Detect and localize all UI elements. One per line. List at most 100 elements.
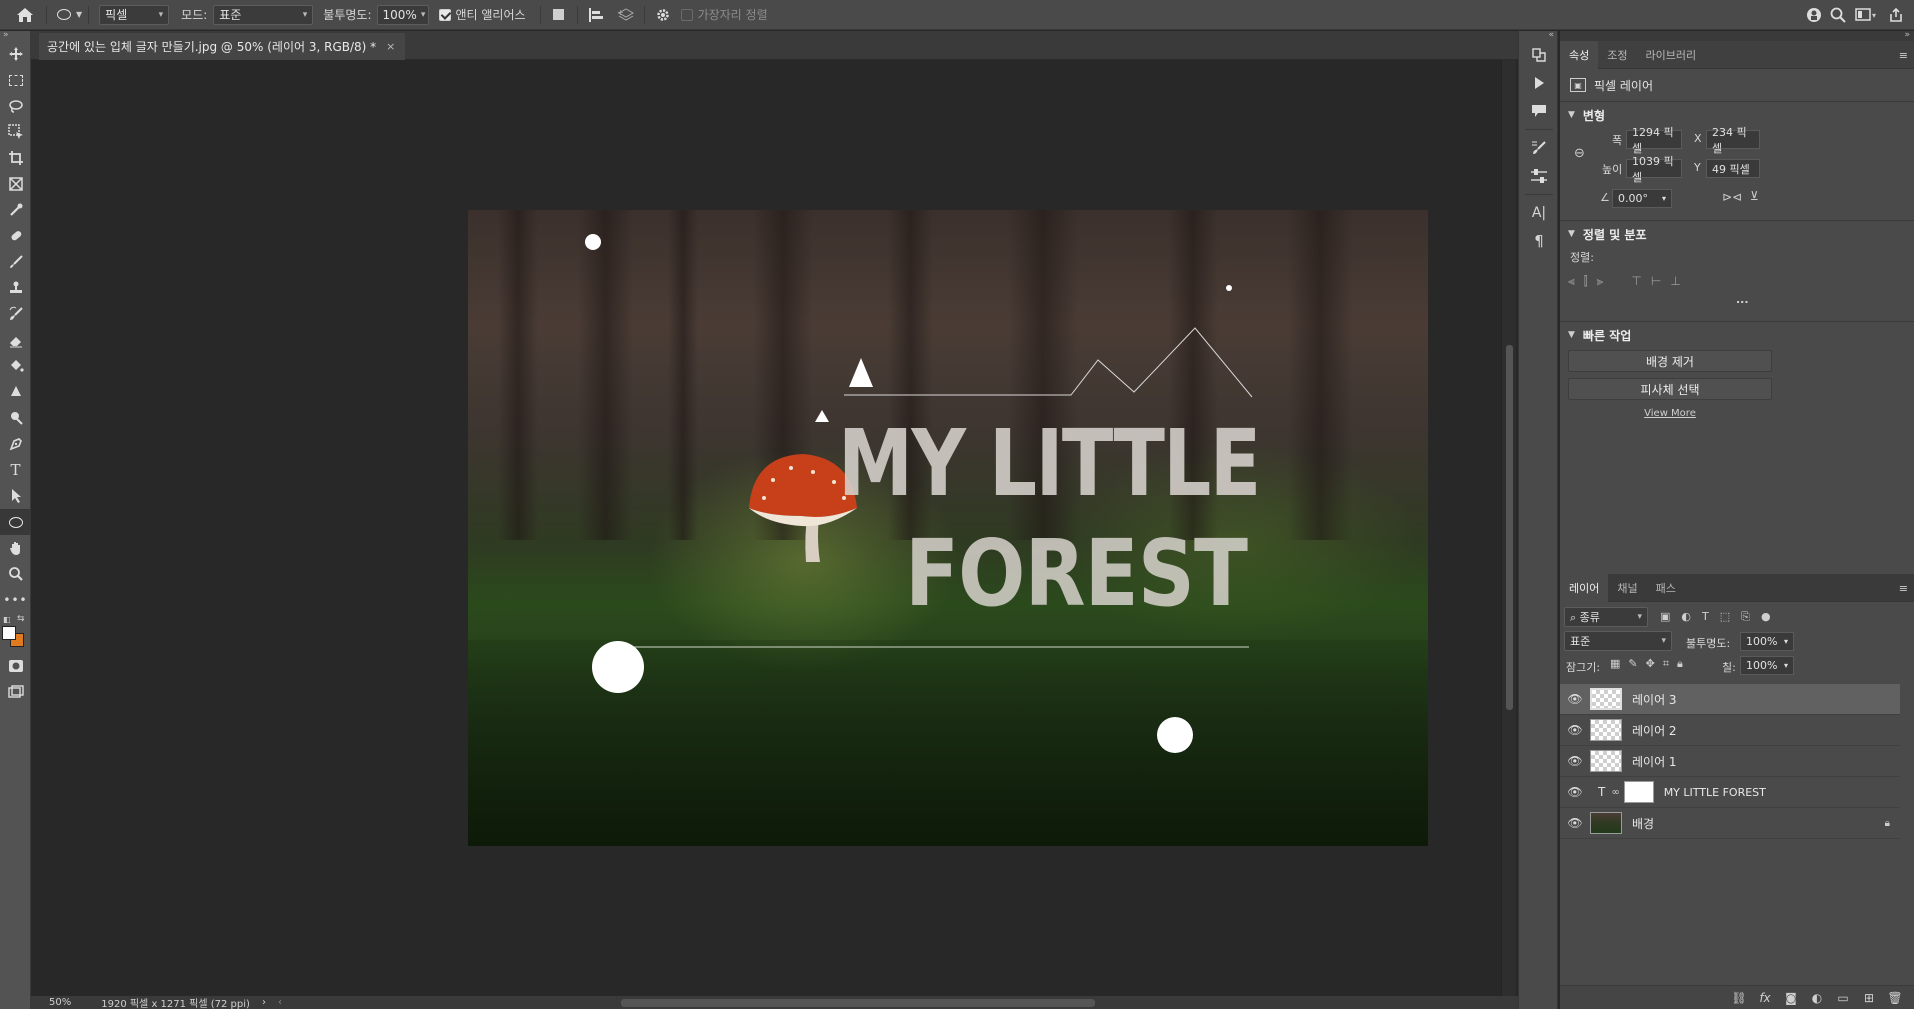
- y-field[interactable]: 49 픽셀: [1706, 159, 1760, 178]
- dodge-tool-icon[interactable]: [0, 405, 31, 431]
- actions-play-icon[interactable]: [1519, 69, 1559, 97]
- vertical-scrollbar[interactable]: [1501, 60, 1516, 996]
- layer-mask-thumbnail[interactable]: [1623, 781, 1654, 803]
- select-subject-button[interactable]: 피사체 선택: [1568, 378, 1772, 400]
- default-colors-icon[interactable]: ◧: [3, 615, 11, 624]
- blend-mode-select[interactable]: 표준 ▾: [213, 4, 314, 25]
- document-tab[interactable]: 공간에 있는 입체 글자 만들기.jpg @ 50% (레이어 3, RGB/8…: [39, 33, 406, 60]
- new-group-icon[interactable]: ▭: [1830, 991, 1856, 1005]
- path-arrangement-icon[interactable]: +: [614, 3, 638, 27]
- filter-toggle-icon[interactable]: ●: [1761, 610, 1771, 624]
- visibility-eye-icon[interactable]: 👁︎: [1560, 785, 1590, 799]
- paint-bucket-tool-icon[interactable]: [0, 353, 31, 379]
- lock-artboard-icon[interactable]: ⌗: [1663, 657, 1669, 671]
- visibility-eye-icon[interactable]: 👁︎: [1560, 754, 1590, 768]
- document-canvas[interactable]: MY LITTLE FOREST: [468, 210, 1428, 846]
- tool-preset-picker[interactable]: ▼: [57, 0, 82, 30]
- learn-icon[interactable]: [1802, 3, 1826, 27]
- blur-tool-icon[interactable]: [0, 379, 31, 405]
- marquee-tool-icon[interactable]: [0, 67, 31, 93]
- screen-mode-icon[interactable]: [0, 679, 31, 705]
- lock-all-icon[interactable]: 🔒︎: [1677, 657, 1683, 671]
- pen-tool-icon[interactable]: [0, 431, 31, 457]
- tab-properties[interactable]: 속성: [1560, 40, 1599, 69]
- add-mask-icon[interactable]: ◙: [1778, 991, 1804, 1005]
- visibility-eye-icon[interactable]: 👁︎: [1560, 816, 1590, 830]
- layer-style-fx-icon[interactable]: fx: [1752, 991, 1778, 1005]
- align-section-header[interactable]: ▼ 정렬 및 분포: [1560, 221, 1914, 247]
- lasso-tool-icon[interactable]: [0, 93, 31, 119]
- eyedropper-tool-icon[interactable]: [0, 197, 31, 223]
- hand-tool-icon[interactable]: [0, 535, 31, 561]
- horizontal-scroll-thumb[interactable]: [621, 999, 1095, 1007]
- new-layer-icon[interactable]: ⊞: [1856, 991, 1882, 1005]
- remove-background-button[interactable]: 배경 제거: [1568, 350, 1772, 372]
- more-align-options[interactable]: ...: [1736, 293, 1749, 306]
- antialias-checkbox[interactable]: 앤티 앨리어스: [438, 0, 526, 30]
- status-menu-arrow[interactable]: ›: [262, 997, 266, 1008]
- layer-row[interactable]: 👁︎ T ∞ MY LITTLE FOREST: [1560, 777, 1900, 808]
- search-icon[interactable]: [1826, 3, 1850, 27]
- path-selection-tool-icon[interactable]: [0, 483, 31, 509]
- view-more-link[interactable]: View More: [1560, 408, 1780, 419]
- layers-menu-icon[interactable]: ≡: [1899, 582, 1908, 595]
- layer-filter-select[interactable]: ⌕ 종류 ▾: [1564, 607, 1648, 627]
- opacity-field[interactable]: 100% ▾: [376, 4, 429, 25]
- align-middle-v-icon[interactable]: ⊢: [1651, 274, 1661, 289]
- tab-channels[interactable]: 채널: [1608, 574, 1646, 602]
- x-field[interactable]: 234 픽셀: [1706, 126, 1760, 155]
- healing-brush-tool-icon[interactable]: [0, 223, 31, 249]
- filter-pixel-icon[interactable]: ▣: [1660, 610, 1670, 624]
- move-tool-icon[interactable]: [0, 41, 31, 67]
- brush-tool-icon[interactable]: [0, 249, 31, 275]
- visibility-eye-icon[interactable]: 👁︎: [1560, 723, 1590, 737]
- align-center-h-icon[interactable]: ⫿: [1584, 274, 1588, 289]
- layer-row[interactable]: 👁︎ 배경 🔒︎: [1560, 808, 1900, 839]
- character-panel-icon[interactable]: A|: [1519, 199, 1559, 227]
- quick-actions-header[interactable]: ▼ 빠른 작업: [1560, 322, 1914, 348]
- width-field[interactable]: 1294 픽셀: [1626, 126, 1682, 155]
- scroll-left-arrow[interactable]: ‹: [278, 997, 282, 1008]
- zoom-tool-icon[interactable]: [0, 561, 31, 587]
- home-icon[interactable]: [10, 3, 40, 27]
- filter-adjustment-icon[interactable]: ◐: [1681, 610, 1691, 624]
- ellipse-tool-icon[interactable]: [0, 509, 31, 535]
- quick-mask-icon[interactable]: [0, 653, 31, 679]
- align-left-icon[interactable]: ⫷: [1568, 274, 1575, 289]
- history-brush-tool-icon[interactable]: [0, 301, 31, 327]
- frame-tool-icon[interactable]: [0, 171, 31, 197]
- tab-libraries[interactable]: 라이브러리: [1637, 41, 1706, 69]
- workspace-icon[interactable]: ▾: [1850, 3, 1884, 27]
- layer-row[interactable]: 👁︎ 레이어 2: [1560, 715, 1900, 746]
- align-edges-checkbox[interactable]: 가장자리 정렬: [680, 0, 768, 30]
- collapse-dock-icon[interactable]: «: [1519, 31, 1557, 41]
- object-selection-tool-icon[interactable]: [0, 119, 31, 145]
- delete-layer-icon[interactable]: 🗑︎: [1882, 991, 1908, 1005]
- filter-smart-object-icon[interactable]: ⎘: [1741, 610, 1750, 624]
- vertical-scroll-thumb[interactable]: [1506, 345, 1513, 710]
- collapse-toolbar-icon[interactable]: »: [0, 31, 30, 41]
- paragraph-panel-icon[interactable]: ¶: [1519, 227, 1559, 255]
- layer-row[interactable]: 👁︎ 레이어 1: [1560, 746, 1900, 777]
- gear-icon[interactable]: [651, 3, 675, 27]
- mask-link-icon[interactable]: ∞: [1611, 787, 1619, 798]
- lock-position-icon[interactable]: ✥: [1646, 657, 1655, 671]
- link-dimensions-icon[interactable]: ⊖: [1574, 146, 1585, 161]
- adjustment-layer-icon[interactable]: ◐: [1804, 991, 1830, 1005]
- flip-horizontal-icon[interactable]: ⊳⊲: [1722, 190, 1742, 204]
- layer-opacity-field[interactable]: 100% ▾: [1740, 632, 1794, 651]
- angle-field[interactable]: 0.00° ▾: [1612, 189, 1672, 208]
- more-tools-icon[interactable]: •••: [0, 587, 31, 613]
- tab-paths[interactable]: 패스: [1647, 574, 1685, 602]
- clone-stamp-tool-icon[interactable]: [0, 275, 31, 301]
- filter-shape-icon[interactable]: ⬚: [1720, 610, 1730, 624]
- align-top-icon[interactable]: ⊤: [1631, 274, 1641, 289]
- adjustments-sliders-icon[interactable]: [1519, 162, 1559, 190]
- align-right-icon[interactable]: ⫸: [1597, 274, 1604, 289]
- filter-type-icon[interactable]: T: [1702, 610, 1709, 624]
- link-layers-icon[interactable]: ⛓︎: [1726, 991, 1752, 1005]
- brush-settings-icon[interactable]: [1519, 134, 1559, 162]
- tab-adjustments[interactable]: 조정: [1598, 41, 1636, 69]
- comments-icon[interactable]: [1519, 97, 1559, 125]
- foreground-color-swatch[interactable]: [2, 626, 16, 640]
